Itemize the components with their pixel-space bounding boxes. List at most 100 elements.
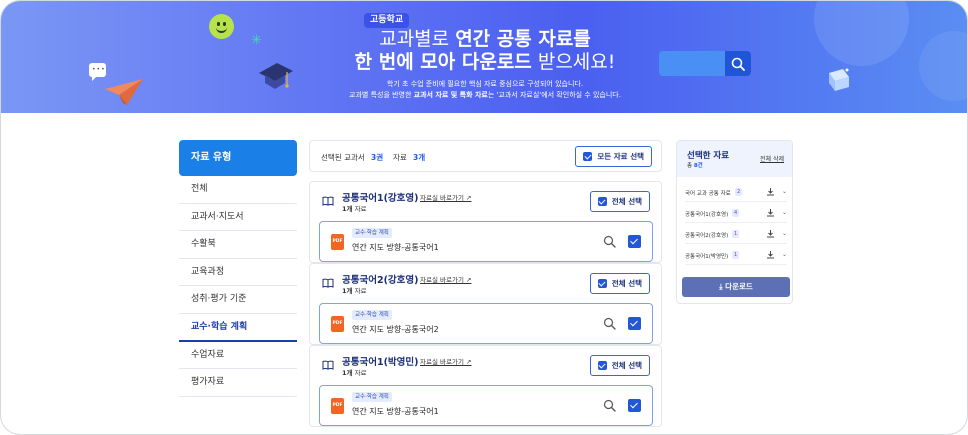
selected-item-name: 국어 교과 공통 자료 [685, 191, 731, 197]
textbook-group: 공통국어2(강호영) 자료실 바로가기 ↗ 1개 자료 전체 선택 PDF 교수… [309, 263, 662, 345]
file-card[interactable]: PDF 교수·학습 계획 연간 지도 방향-공통국어1 [319, 385, 653, 426]
sidebar-item-teaching-plan[interactable]: 교수·학습 계획 [179, 314, 297, 342]
select-group-button[interactable]: 전체 선택 [589, 191, 650, 212]
chevron-down-icon[interactable]: ⌄ [782, 251, 787, 258]
material-type-sidebar: 자료 유형 전체 교과서·지도서 수활북 교육과정 성취·평가 기준 교수·학습… [179, 140, 297, 397]
selected-item-name: 공통국어1(박영민) [685, 254, 729, 260]
graduation-cap-icon [259, 63, 293, 89]
sidebar-item-class-materials[interactable]: 수업자료 [179, 342, 297, 370]
sidebar-item-curriculum[interactable]: 교육과정 [179, 259, 297, 287]
chevron-down-icon[interactable]: ⌄ [782, 188, 787, 195]
external-link-icon: ↗ [466, 358, 472, 366]
selected-panel-title: 선택한 자료 [687, 151, 730, 161]
pdf-icon: PDF [331, 234, 344, 250]
selected-item: 공통국어1(강호영) 4 ⌄ [685, 205, 787, 223]
download-button[interactable]: ⤓ 다운로드 [682, 277, 790, 297]
sidebar-item-achievement-criteria[interactable]: 성취·평가 기준 [179, 286, 297, 314]
external-link-icon: ↗ [466, 194, 472, 202]
selected-item: 공통국어1(박영민) 1 ⌄ [685, 247, 787, 265]
banner-subtitle-line1: 학기 초 수업 준비에 필요한 핵심 자료 중심으로 구성되어 있습니다. [386, 80, 584, 88]
page-frame: ✳ ••• 고등학교 교과별로 연간 공통 자료를 한 번에 모아 다운로드 받… [0, 0, 968, 435]
decor-circle [814, 1, 909, 66]
paper-plane-icon [105, 79, 143, 105]
textbook-title: 공통국어1(박영민) [342, 357, 419, 368]
sidebar-item-all[interactable]: 전체 [179, 176, 297, 204]
file-card[interactable]: PDF 교수·학습 계획 연간 지도 방향-공통국어2 [319, 303, 653, 344]
selected-item-count: 2 [735, 188, 743, 196]
sidebar-item-textbook-guide[interactable]: 교과서·지도서 [179, 204, 297, 232]
download-icon[interactable] [766, 187, 775, 196]
select-group-button[interactable]: 전체 선택 [589, 273, 650, 294]
download-icon[interactable] [766, 229, 775, 238]
search-button[interactable] [725, 51, 751, 76]
selected-item-count: 4 [732, 209, 740, 217]
file-name: 연간 지도 방향-공통국어2 [352, 325, 439, 334]
textbook-title: 공통국어2(강호영) [342, 275, 419, 286]
chevron-down-icon[interactable]: ⌄ [782, 209, 787, 216]
banner-search [659, 51, 751, 76]
checkbox-icon [597, 361, 607, 370]
file-card[interactable]: PDF 교수·학습 계획 연간 지도 방향-공통국어1 [319, 221, 653, 262]
external-link-icon: ↗ [466, 276, 472, 284]
selection-summary-bar: 선택된 교과서 3권 자료 3개 모든 자료 선택 [309, 140, 662, 172]
checkbox-icon [597, 197, 607, 206]
preview-search-icon[interactable] [603, 399, 616, 412]
sidebar-item-activity-book[interactable]: 수활북 [179, 231, 297, 259]
book-icon [322, 196, 334, 206]
selected-item: 국어 교과 공통 자료 2 ⌄ [685, 184, 787, 202]
sidebar-title: 자료 유형 [179, 140, 297, 176]
material-label: 자료 [393, 153, 407, 162]
banner-title-line1: 교과별로 연간 공통 자료를 [379, 28, 591, 50]
select-all-materials-button[interactable]: 모든 자료 선택 [575, 146, 652, 167]
clear-all-button[interactable]: 전체 삭제 [760, 154, 784, 163]
file-checkbox[interactable] [628, 317, 641, 330]
selected-item-count: 1 [732, 251, 740, 259]
sidebar-item-assessment-materials[interactable]: 평가자료 [179, 369, 297, 397]
download-icon[interactable] [766, 250, 775, 259]
book-icon [322, 360, 334, 370]
material-count-text: 1개 자료 [342, 205, 367, 213]
selected-total: 총 8건 [687, 163, 703, 169]
search-icon [731, 57, 745, 71]
download-icon[interactable] [766, 208, 775, 217]
checkbox-icon [597, 279, 607, 288]
material-count: 3개 [413, 153, 426, 162]
selected-textbook-count: 3권 [371, 153, 384, 162]
hero-banner: ✳ ••• 고등학교 교과별로 연간 공통 자료를 한 번에 모아 다운로드 받… [1, 1, 967, 113]
selected-item-name: 공통국어1(강호영) [685, 212, 729, 218]
material-count-text: 1개 자료 [342, 287, 367, 295]
file-checkbox[interactable] [628, 235, 641, 248]
file-category-tag: 교수·학습 계획 [352, 228, 392, 238]
book-icon [322, 278, 334, 288]
banner-title-line2: 한 번에 모아 다운로드 받으세요! [354, 51, 616, 73]
textbook-group: 공통국어1(박영민) 자료실 바로가기 ↗ 1개 자료 전체 선택 PDF 교수… [309, 345, 662, 427]
checkbox-icon [583, 152, 593, 161]
file-name: 연간 지도 방향-공통국어1 [352, 243, 439, 252]
file-name: 연간 지도 방향-공통국어1 [352, 407, 439, 416]
chat-bubble-icon: ••• [89, 63, 106, 81]
file-category-tag: 교수·학습 계획 [352, 392, 392, 402]
pdf-icon: PDF [331, 398, 344, 414]
resource-room-link[interactable]: 자료실 바로가기 ↗ [420, 356, 471, 366]
file-category-tag: 교수·학습 계획 [352, 310, 392, 320]
selected-item-name: 공통국어2(강호영) [685, 233, 729, 239]
resource-room-link[interactable]: 자료실 바로가기 ↗ [420, 192, 471, 202]
materials-list: 선택된 교과서 3권 자료 3개 모든 자료 선택 공통국어1(강호영) 자료실… [309, 140, 662, 430]
chevron-down-icon[interactable]: ⌄ [782, 230, 787, 237]
school-level-badge: 고등학교 [364, 13, 410, 28]
decor-circle-small [919, 31, 967, 101]
textbook-title: 공통국어1(강호영) [342, 193, 419, 204]
download-icon: ⤓ [719, 282, 723, 291]
sparkle-icon: ✳ [251, 33, 262, 48]
cube-icon [829, 68, 849, 91]
resource-room-link[interactable]: 자료실 바로가기 ↗ [420, 274, 471, 284]
file-checkbox[interactable] [628, 399, 641, 412]
selected-item-count: 1 [732, 230, 740, 238]
preview-search-icon[interactable] [603, 317, 616, 330]
banner-subtitle-line2: 교과별 특성을 반영한 교과서 자료 및 특화 자료는 '교과서 자료실'에서 … [349, 91, 621, 99]
search-input[interactable] [659, 51, 725, 76]
select-group-button[interactable]: 전체 선택 [589, 355, 650, 376]
selected-textbook-label: 선택된 교과서 [321, 153, 365, 162]
selected-panel-header: 선택한 자료 총 8건 전체 삭제 [677, 141, 792, 177]
preview-search-icon[interactable] [603, 235, 616, 248]
